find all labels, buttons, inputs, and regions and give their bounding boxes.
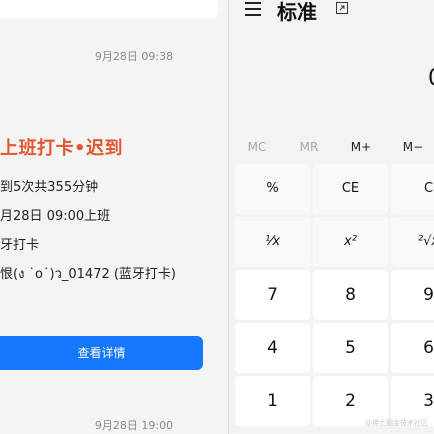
memory-subtract-button[interactable]: M− — [388, 136, 434, 158]
square-button[interactable]: x² — [313, 217, 388, 267]
attendance-message-card: 上班打卡•迟到 到5次共355分钟 月28日 09:00上班 牙打卡 恨(ง ˙… — [0, 118, 218, 382]
memory-add-button[interactable]: M+ — [336, 136, 386, 158]
message-timestamp: 9月28日 09:38 — [94, 50, 174, 63]
digit-5-button[interactable]: 5 — [313, 323, 388, 373]
digit-1-button[interactable]: 1 — [235, 376, 310, 426]
card-line-punch-method: 牙打卡 — [0, 238, 40, 253]
card-title: 上班打卡•迟到 — [0, 138, 124, 159]
display-value: 0 — [428, 66, 434, 91]
calculator-keypad: % CE C ⅟x x² ²√x 7 8 9 4 5 6 1 2 3 — [229, 162, 434, 434]
previous-message-card — [0, 0, 218, 18]
memory-recall-button[interactable]: MR — [284, 136, 334, 158]
digit-9-button[interactable]: 9 — [391, 270, 434, 320]
calculator-display: 0 — [229, 22, 434, 134]
card-line-late-summary: 到5次共355分钟 — [0, 180, 99, 195]
card-line-shift-time: 月28日 09:00上班 — [0, 209, 111, 224]
card-line-device: 恨(ง ˙o˙)ว_01472 (蓝牙打卡) — [0, 267, 177, 282]
memory-row: MC MR M+ M− — [229, 136, 434, 158]
digit-7-button[interactable]: 7 — [235, 270, 310, 320]
message-timestamp: 9月28日 19:00 — [94, 419, 174, 432]
chat-feed: 9月28日 09:38 上班打卡•迟到 到5次共355分钟 月28日 09:00… — [0, 0, 228, 434]
keep-on-top-icon[interactable] — [335, 1, 349, 15]
watermark: @稀土掘金技术社区 — [365, 419, 428, 427]
view-details-button[interactable]: 查看详情 — [0, 336, 203, 370]
digit-4-button[interactable]: 4 — [235, 323, 310, 373]
reciprocal-button[interactable]: ⅟x — [235, 217, 310, 267]
calculator-header: 标准 — [229, 0, 434, 24]
clear-button[interactable]: C — [391, 164, 434, 214]
square-root-button[interactable]: ²√x — [391, 217, 434, 267]
calculator-window: 标准 0 MC MR M+ M− % CE C ⅟x x² ²√x 7 8 9 … — [229, 0, 434, 434]
clear-entry-button[interactable]: CE — [313, 164, 388, 214]
hamburger-menu-icon[interactable] — [245, 2, 261, 16]
percent-button[interactable]: % — [235, 164, 310, 214]
digit-6-button[interactable]: 6 — [391, 323, 434, 373]
memory-clear-button[interactable]: MC — [232, 136, 282, 158]
digit-8-button[interactable]: 8 — [313, 270, 388, 320]
